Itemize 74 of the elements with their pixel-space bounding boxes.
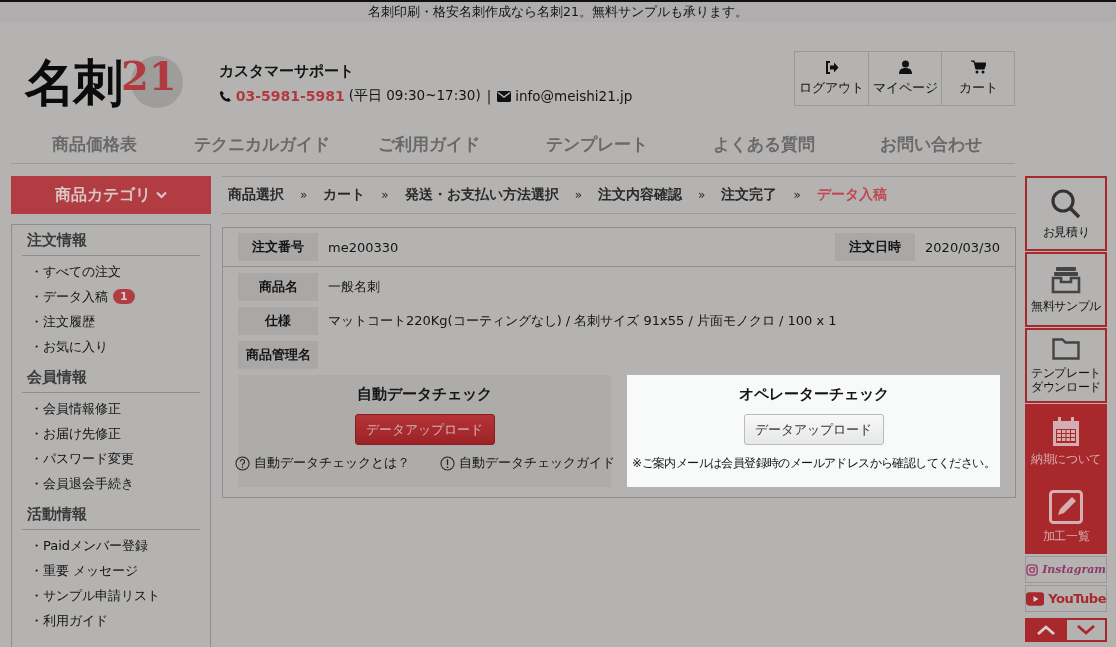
side-rail-link[interactable]: 加工一覧 bbox=[1025, 479, 1107, 554]
sidebar-link[interactable]: ・会員情報修正 bbox=[30, 399, 121, 418]
top-banner: 名刺印刷・格安名刺作成なら名刺21。無料サンプルも承ります。 bbox=[0, 0, 1116, 22]
email-address[interactable]: info@meishi21.jp bbox=[515, 88, 633, 104]
calendar-icon bbox=[1052, 416, 1080, 447]
breadcrumb-step: 商品選択 bbox=[228, 186, 284, 204]
field-label: 商品管理名 bbox=[238, 341, 318, 369]
breadcrumb-step: データ入稿 bbox=[816, 186, 887, 204]
user-icon bbox=[898, 60, 912, 74]
count-badge: 1 bbox=[113, 289, 135, 304]
chevron-down-icon bbox=[1076, 625, 1096, 635]
sidebar-link[interactable]: ・注文履歴 bbox=[30, 312, 95, 331]
field-label: 注文番号 bbox=[238, 233, 318, 261]
scroll-down-button[interactable] bbox=[1067, 620, 1105, 640]
side-rail-link[interactable]: テンプレート ダウンロード bbox=[1025, 328, 1107, 403]
category-button[interactable]: 商品カテゴリ bbox=[11, 176, 211, 214]
logout-button[interactable]: ログアウト bbox=[795, 52, 868, 105]
breadcrumb-separator: » bbox=[574, 188, 583, 202]
sidebar-link[interactable]: ・Paidメンバー登録 bbox=[30, 536, 149, 555]
logout-icon bbox=[824, 60, 839, 74]
section-title: 注文情報 bbox=[22, 226, 200, 256]
separator-text: | bbox=[486, 88, 492, 104]
field-value: 一般名刺 bbox=[327, 278, 380, 296]
phone-icon bbox=[218, 89, 232, 103]
sidebar-link[interactable]: ・すべての注文 bbox=[30, 262, 121, 281]
mail-icon bbox=[497, 90, 512, 102]
sidebar-link[interactable]: ・重要 メッセージ bbox=[30, 561, 139, 580]
exclamation-icon bbox=[439, 455, 455, 471]
user-button[interactable]: マイページ bbox=[868, 52, 941, 105]
sidebar-link[interactable]: ・お気に入り bbox=[30, 337, 108, 356]
sidebar-link[interactable]: ・データ入稿 bbox=[30, 287, 108, 306]
business-hours: (平日 09:30~17:30) bbox=[348, 87, 481, 105]
question-icon bbox=[234, 455, 250, 471]
breadcrumb-step: 発送・お支払い方法選択 bbox=[404, 186, 559, 204]
section-title: 活動情報 bbox=[22, 500, 200, 530]
search-icon bbox=[1050, 187, 1082, 220]
field-value: マットコート220Kg(コーティングなし) / 名刺サイズ 91x55 / 片面モノクロ / 100 x 1 bbox=[327, 312, 837, 330]
side-rail-link[interactable]: 納期について bbox=[1025, 404, 1107, 479]
help-link[interactable]: 自動データチェックガイド bbox=[439, 454, 615, 472]
field-label: 仕様 bbox=[238, 307, 318, 335]
side-rail-link[interactable]: お見積り bbox=[1025, 176, 1107, 251]
cart-button[interactable]: カート bbox=[941, 52, 1014, 105]
pencil-icon bbox=[1049, 489, 1083, 524]
field-label: 商品名 bbox=[238, 273, 318, 301]
breadcrumb-separator: » bbox=[793, 188, 801, 202]
section-title: 会員情報 bbox=[22, 363, 200, 393]
upload-button[interactable]: データアップロード bbox=[354, 414, 495, 445]
folder-icon bbox=[1052, 336, 1080, 361]
sidebar-link[interactable]: ・利用ガイド bbox=[30, 611, 108, 630]
breadcrumb-separator: » bbox=[300, 188, 308, 202]
order-date: 2020/03/30 bbox=[924, 239, 1000, 255]
breadcrumb-separator: » bbox=[381, 188, 389, 202]
play-icon bbox=[1026, 590, 1045, 607]
breadcrumb-step: カート bbox=[323, 186, 366, 204]
sidebar-link[interactable]: ・お届け先修正 bbox=[30, 424, 121, 443]
field-label: 注文日時 bbox=[835, 233, 916, 261]
sidebar-link[interactable]: ・パスワード変更 bbox=[30, 449, 134, 468]
upload-button[interactable]: データアップロード bbox=[743, 414, 884, 445]
side-rail-link[interactable]: 無料サンプル bbox=[1025, 252, 1107, 327]
cart-icon bbox=[970, 60, 986, 74]
breadcrumb-step: 注文内容確認 bbox=[598, 186, 683, 204]
tray-icon bbox=[1051, 265, 1081, 294]
check-title: 自動データチェック bbox=[357, 385, 492, 404]
help-link[interactable]: 自動データチェックとは？ bbox=[234, 454, 410, 472]
check-title: オペレーターチェック bbox=[738, 385, 889, 404]
chevron-up-icon bbox=[1036, 625, 1056, 635]
breadcrumb-separator: » bbox=[698, 188, 706, 202]
chevron-down-icon bbox=[156, 191, 167, 199]
order-number: me200330 bbox=[327, 239, 399, 255]
support-title: カスタマーサポート bbox=[218, 62, 355, 81]
sidebar-link[interactable]: ・サンプル申請リスト bbox=[30, 586, 160, 605]
sidebar-link[interactable]: ・会員退会手続き bbox=[30, 474, 134, 493]
note-text: ※ご案内メールは会員登録時のメールアドレスから確認してください。 bbox=[632, 455, 995, 472]
breadcrumb-step: 注文完了 bbox=[721, 186, 778, 204]
